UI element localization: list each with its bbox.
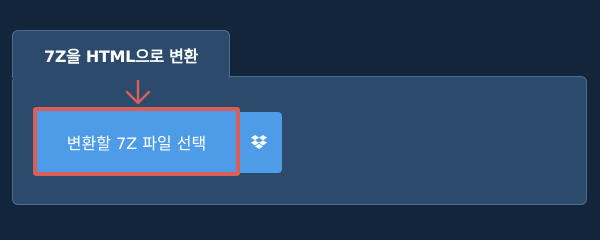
arrow-down-icon — [125, 80, 151, 105]
tab-panel-joint — [13, 76, 229, 79]
tab-title: 7Z을 HTML으로 변환 — [44, 46, 198, 66]
converter-tab: 7Z을 HTML으로 변환 — [12, 30, 230, 78]
dropbox-icon — [251, 134, 267, 149]
dropbox-button[interactable] — [236, 112, 282, 173]
choose-file-highlight — [33, 107, 240, 176]
